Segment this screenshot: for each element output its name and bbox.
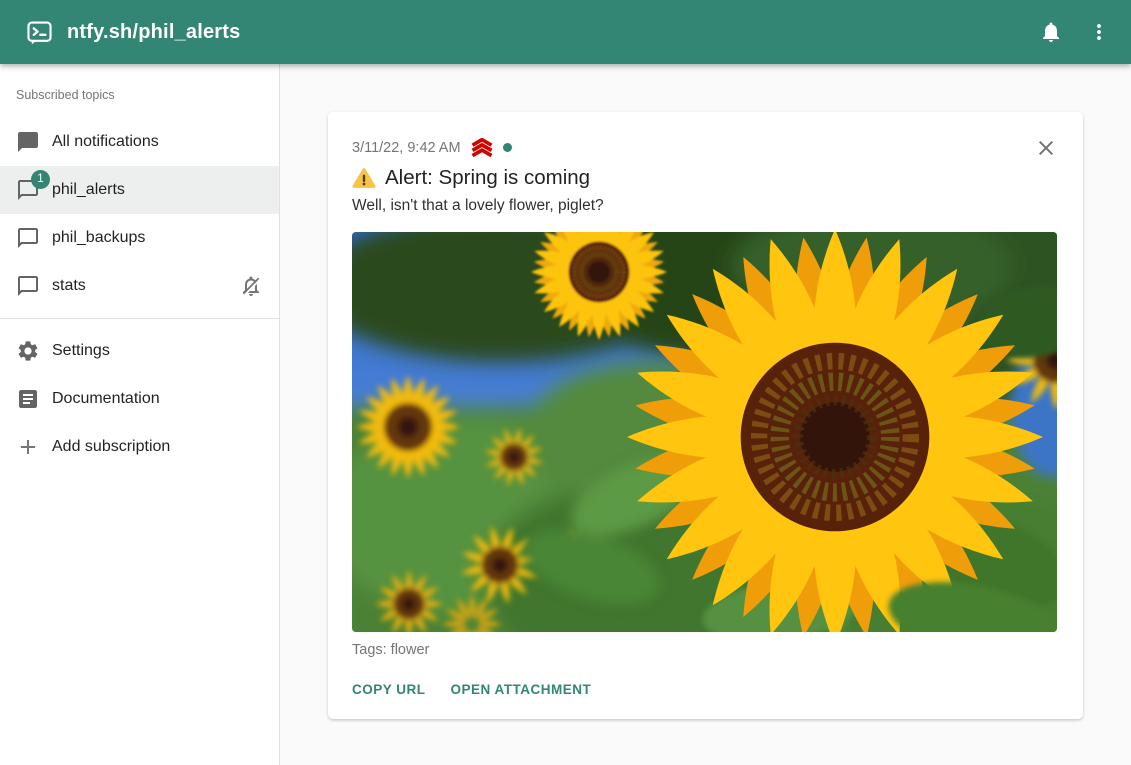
notification-title-row: Alert: Spring is coming — [352, 166, 1059, 190]
warning-icon — [352, 167, 376, 189]
sidebar-item-label: Add subscription — [52, 438, 170, 456]
notification-timestamp: 3/11/22, 9:42 AM — [352, 140, 461, 156]
sidebar-item-label: Settings — [52, 342, 110, 360]
sidebar-item-stats[interactable]: stats — [0, 262, 279, 310]
sidebar-item-label: phil_alerts — [52, 181, 125, 199]
unread-dot — [503, 143, 512, 152]
chat-outline-icon: 1 — [16, 178, 40, 202]
sidebar-item-settings[interactable]: Settings — [0, 327, 279, 375]
notification-card: 3/11/22, 9:42 AM — [328, 112, 1083, 719]
open-attachment-button[interactable]: OPEN ATTACHMENT — [451, 674, 592, 705]
appbar-title: ntfy.sh/phil_alerts — [67, 21, 240, 44]
sidebar-divider — [0, 318, 279, 319]
copy-url-button[interactable]: COPY URL — [352, 674, 426, 705]
plus-icon — [16, 435, 40, 459]
ntfy-logo-icon — [26, 19, 53, 46]
gear-icon — [16, 339, 40, 363]
sidebar-item-all-notifications[interactable]: All notifications — [0, 118, 279, 166]
sidebar-item-label: stats — [52, 277, 86, 295]
sidebar-item-phil-backups[interactable]: phil_backups — [0, 214, 279, 262]
appbar: ntfy.sh/phil_alerts — [0, 0, 1131, 64]
sidebar-item-label: phil_backups — [52, 229, 145, 247]
chat-filled-icon — [16, 130, 40, 154]
priority-max-icon — [470, 138, 494, 157]
bell-off-icon — [239, 274, 263, 298]
notification-actions: COPY URL OPEN ATTACHMENT — [352, 674, 1059, 705]
notification-body: Well, isn't that a lovely flower, piglet… — [352, 197, 1059, 215]
sidebar-item-label: All notifications — [52, 133, 159, 151]
notification-title: Alert: Spring is coming — [385, 166, 590, 190]
sidebar: Subscribed topics All notifications 1 ph… — [0, 64, 280, 765]
sidebar-section-label: Subscribed topics — [0, 76, 279, 118]
close-notification-button[interactable] — [1034, 136, 1058, 160]
article-icon — [16, 387, 40, 411]
sidebar-item-label: Documentation — [52, 390, 160, 408]
unread-count-badge: 1 — [31, 170, 50, 189]
chat-outline-icon — [16, 274, 40, 298]
attachment-image[interactable] — [352, 232, 1057, 632]
notification-meta-row: 3/11/22, 9:42 AM — [352, 138, 1059, 157]
close-icon — [1034, 136, 1058, 160]
sidebar-item-phil-alerts[interactable]: 1 phil_alerts — [0, 166, 279, 214]
bell-icon — [1039, 20, 1063, 44]
notifications-button[interactable] — [1027, 8, 1075, 56]
sidebar-item-add-subscription[interactable]: Add subscription — [0, 423, 279, 471]
chat-outline-icon — [16, 226, 40, 250]
overflow-menu-button[interactable] — [1075, 8, 1123, 56]
sidebar-item-documentation[interactable]: Documentation — [0, 375, 279, 423]
main-content: 3/11/22, 9:42 AM — [280, 64, 1131, 765]
notification-tags: Tags: flower — [352, 642, 1059, 658]
more-vert-icon — [1087, 20, 1111, 44]
